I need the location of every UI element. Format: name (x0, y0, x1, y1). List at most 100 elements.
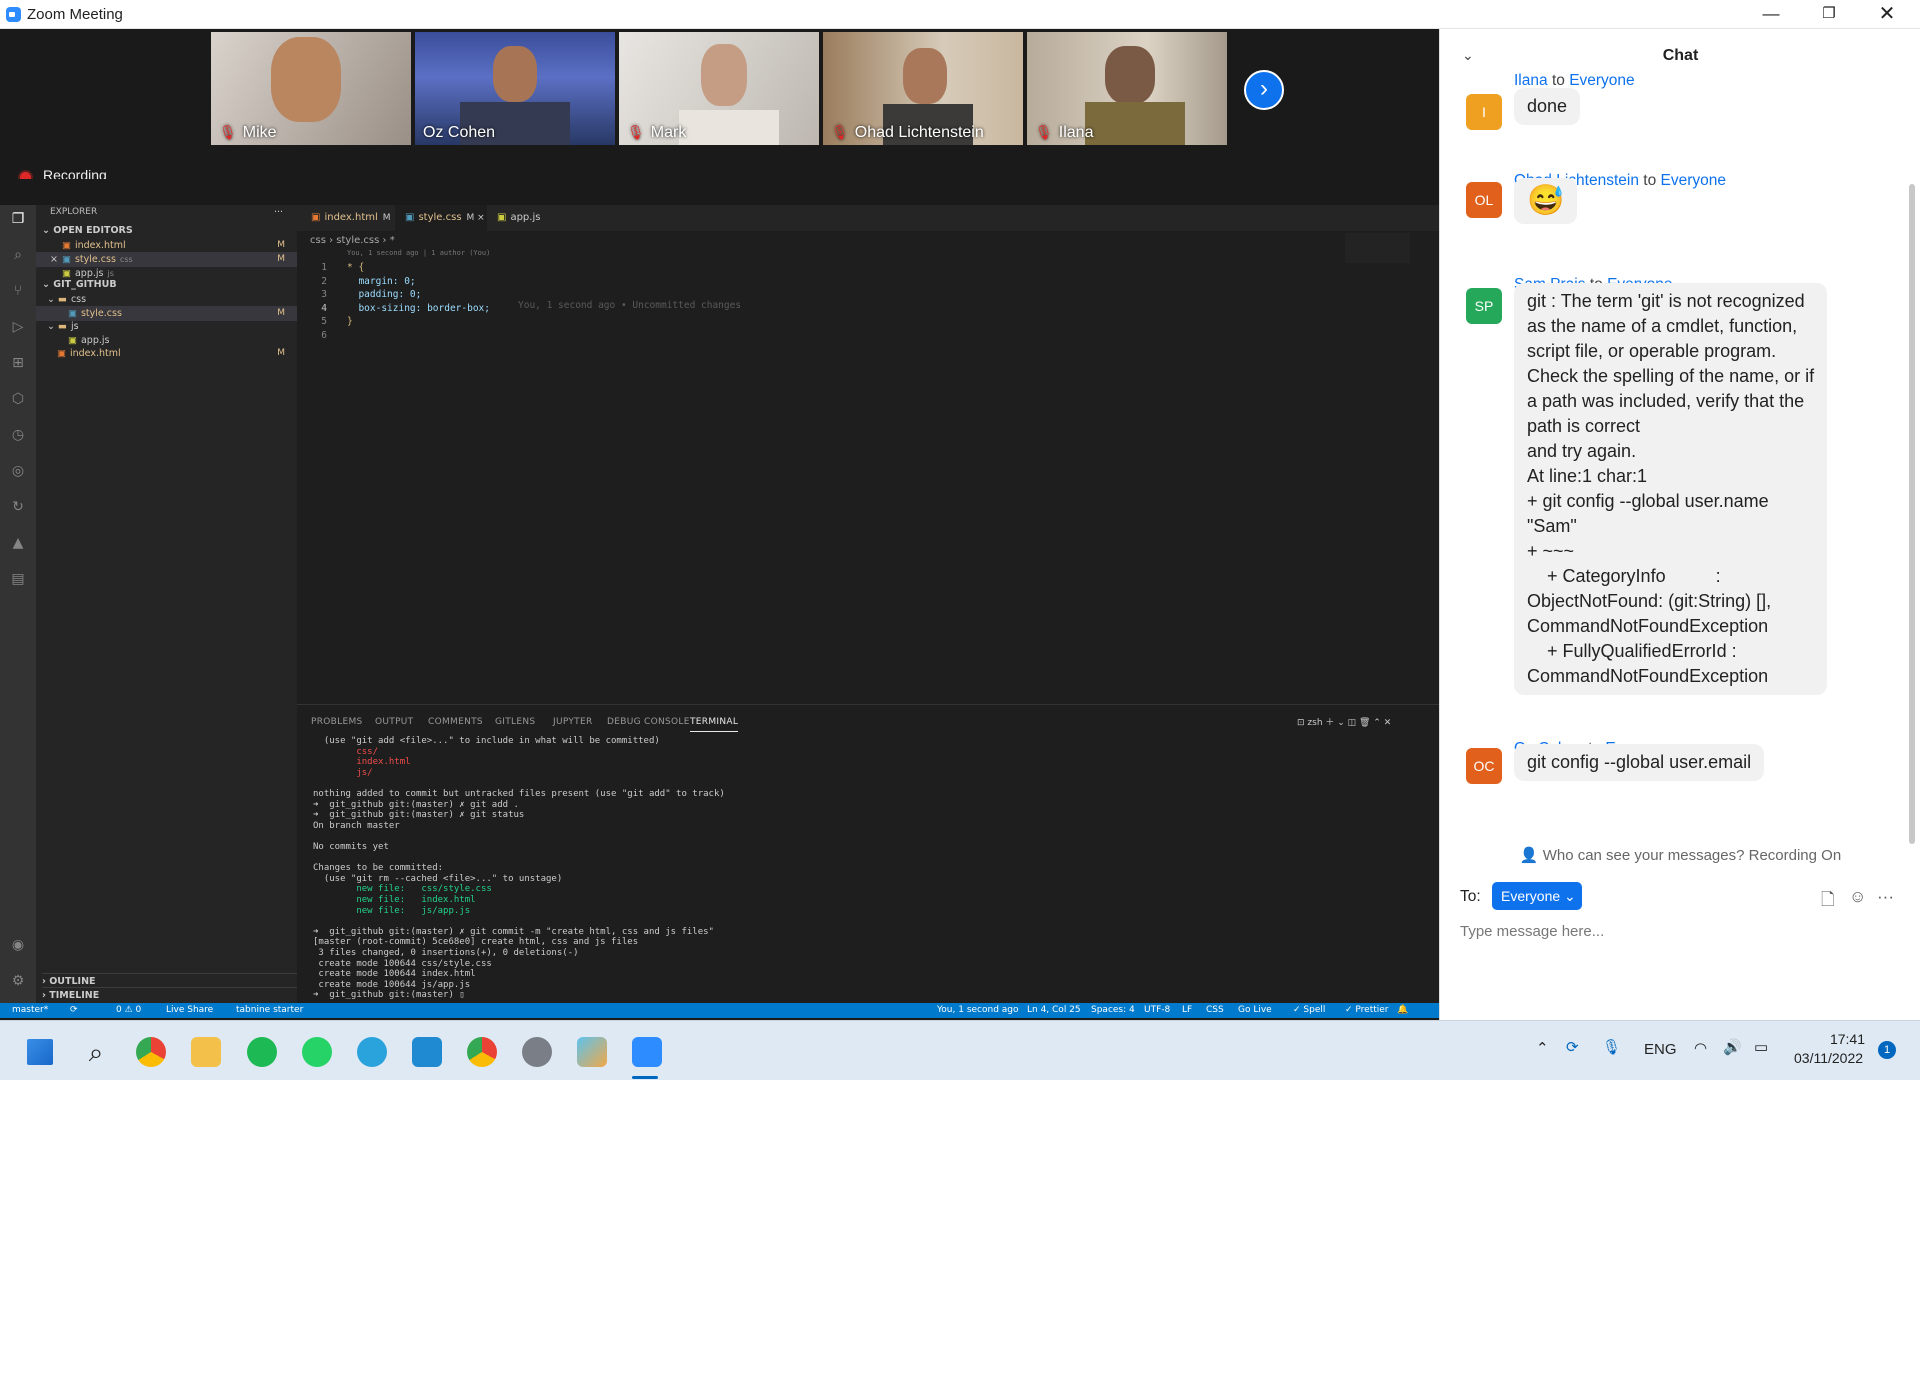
video-tile-ilana[interactable]: 🎙 Ilana (1027, 32, 1227, 145)
outline-section[interactable]: › OUTLINE (42, 973, 303, 988)
file-explorer-icon[interactable] (191, 1037, 221, 1067)
status-item[interactable]: tabnine starter (236, 1003, 303, 1018)
status-item[interactable]: Ln 4, Col 25 (1027, 1003, 1081, 1018)
notification-badge[interactable]: 1 (1878, 1041, 1896, 1059)
status-item[interactable]: Live Share (166, 1003, 213, 1018)
status-item[interactable]: ✓ Spell (1293, 1003, 1325, 1018)
chrome-icon[interactable] (136, 1037, 166, 1067)
deploy-icon[interactable]: ▲ (9, 535, 27, 553)
timeline-section[interactable]: › TIMELINE (42, 987, 303, 1002)
open-editors-header[interactable]: ⌄ OPEN EDITORS (42, 223, 303, 238)
battery-icon[interactable]: ▭ (1754, 1038, 1768, 1056)
chat-scrollbar[interactable] (1909, 184, 1915, 844)
wifi-icon[interactable]: ◠ (1694, 1039, 1707, 1057)
timeline-icon[interactable]: ◷ (9, 427, 27, 445)
search-taskbar-icon[interactable]: ⌕ (81, 1037, 111, 1067)
message-line: CommandNotFoundException (1527, 666, 1769, 686)
whatsapp-icon[interactable] (302, 1037, 332, 1067)
panel-tab[interactable]: OUTPUT (375, 717, 413, 727)
sender-name[interactable]: Ilana (1514, 72, 1548, 89)
close-icon[interactable]: × (50, 252, 62, 267)
status-item[interactable]: You, 1 second ago (937, 1003, 1019, 1018)
editor-tab[interactable]: ▣ app.js (487, 205, 565, 231)
message-bubble[interactable]: git : The term 'git' is not recognized as… (1514, 283, 1828, 695)
restore-button[interactable]: ❐ (1800, 0, 1858, 29)
status-item[interactable]: ⟳ (70, 1003, 78, 1018)
volume-icon[interactable]: 🔊 (1723, 1038, 1742, 1056)
tray-overflow-icon[interactable]: ⌃ (1536, 1039, 1549, 1057)
start-icon[interactable] (27, 1039, 53, 1065)
panel-tab[interactable]: JUPYTER (553, 717, 593, 727)
status-item[interactable]: Go Live (1238, 1003, 1272, 1018)
file-name: app.js (80, 334, 110, 346)
message-input[interactable]: Type message here... (1460, 923, 1604, 940)
panel-tab[interactable]: COMMENTS (428, 717, 483, 727)
tree-item[interactable]: ▣ index.html M (36, 346, 297, 361)
emoji-icon[interactable]: ☺ (1849, 887, 1866, 907)
source-control-icon[interactable]: ⑂ (9, 283, 27, 301)
next-page-button[interactable]: › (1244, 70, 1284, 110)
message-bubble[interactable]: git config --global user.email (1514, 744, 1765, 781)
panel-tab[interactable]: PROBLEMS (311, 717, 363, 727)
accounts-icon[interactable]: ◉ (9, 937, 27, 955)
more-actions-icon[interactable]: ··· (274, 205, 294, 220)
notebook-icon[interactable]: ▤ (9, 571, 27, 589)
editor-tab[interactable]: ▣ index.html M (301, 205, 395, 231)
status-item[interactable]: 0 ⚠ 0 (116, 1003, 141, 1018)
file-name: style.css (74, 254, 116, 265)
paint-icon[interactable] (577, 1037, 607, 1067)
close-button[interactable]: ✕ (1858, 0, 1916, 29)
gitlens-icon[interactable]: ◎ (9, 463, 27, 481)
run-debug-icon[interactable]: ▷ (9, 319, 27, 337)
editor-tab[interactable]: ▣ style.css M × (395, 205, 487, 231)
search-icon[interactable]: ⌕ (9, 247, 27, 265)
chrome-profile-icon[interactable] (467, 1037, 497, 1067)
video-tile-ohad-lichtenstein[interactable]: 🎙 Ohad Lichtenstein (823, 32, 1023, 145)
open-editor-item[interactable]: × ▣ style.css css M (36, 252, 297, 267)
panel-tab[interactable]: TERMINAL (690, 717, 739, 732)
workspace-header[interactable]: ⌄ GIT_GITHUB (42, 277, 303, 292)
status-item[interactable]: Spaces: 4 (1091, 1003, 1135, 1018)
sync-icon[interactable]: ⟳ (1566, 1038, 1579, 1056)
status-item[interactable]: ✓ Prettier (1345, 1003, 1389, 1018)
panel-tab[interactable]: GITLENS (495, 717, 535, 727)
live-share-icon[interactable]: ↻ (9, 499, 27, 517)
remote-icon[interactable]: ⬡ (9, 391, 27, 409)
clock-date[interactable]: 03/11/2022 (1794, 1050, 1863, 1066)
file-icon[interactable]: 🗋 (1821, 887, 1835, 916)
recipient-select[interactable]: Everyone ⌄ (1492, 882, 1582, 910)
vscode-icon[interactable] (412, 1037, 442, 1067)
status-item[interactable]: LF (1182, 1003, 1192, 1018)
zoom-taskbar-icon[interactable] (632, 1037, 662, 1067)
language-indicator[interactable]: ENG (1644, 1041, 1677, 1058)
line-number: 6 (321, 329, 327, 341)
clock-time[interactable]: 17:41 (1809, 1031, 1865, 1047)
settings-icon[interactable] (522, 1037, 552, 1067)
settings-gear-icon[interactable]: ⚙ (9, 973, 27, 991)
minimize-button[interactable]: — (1742, 0, 1800, 29)
status-item[interactable]: UTF-8 (1144, 1003, 1170, 1018)
status-item[interactable]: CSS (1206, 1003, 1224, 1018)
terminal-shell[interactable]: ⊡ zsh ＋ ⌄ ◫ 🗑 ⌃ ✕ (1297, 715, 1391, 728)
video-tile-mike[interactable]: 🎙 Mike (211, 32, 411, 145)
zoom-window: Zoom Meeting — ❐ ✕ 🎙 Mike Oz Cohen 🎙 Mark … (0, 0, 1920, 1080)
more-icon[interactable]: ··· (1877, 887, 1894, 907)
video-tile-mark[interactable]: 🎙 Mark (619, 32, 819, 145)
spotify-icon[interactable] (247, 1037, 277, 1067)
extensions-icon[interactable]: ⊞ (9, 355, 27, 373)
message-bubble[interactable]: done (1514, 88, 1581, 125)
panel-tab[interactable]: DEBUG CONSOLE (607, 717, 690, 727)
participant-name: Mark (650, 124, 687, 141)
message-bubble[interactable]: 😅 (1514, 178, 1578, 224)
bell-icon[interactable]: 🔔 (1397, 1003, 1408, 1018)
status-item[interactable]: master* (12, 1003, 48, 1018)
minimap[interactable] (1345, 233, 1410, 263)
to-label: To: (1460, 888, 1481, 905)
microphone-icon[interactable]: 🎙 (1602, 1038, 1621, 1056)
open-editor-item[interactable]: ▣ index.html M (36, 238, 297, 253)
codelens-blame[interactable]: You, 1 second ago | 1 author (You) (347, 249, 490, 257)
visibility-note[interactable]: 👤 Who can see your messages? Recording O… (1440, 846, 1920, 864)
video-tile-oz-cohen[interactable]: Oz Cohen (415, 32, 615, 145)
telegram-icon[interactable] (357, 1037, 387, 1067)
explorer-icon[interactable]: ❐ (9, 211, 27, 229)
